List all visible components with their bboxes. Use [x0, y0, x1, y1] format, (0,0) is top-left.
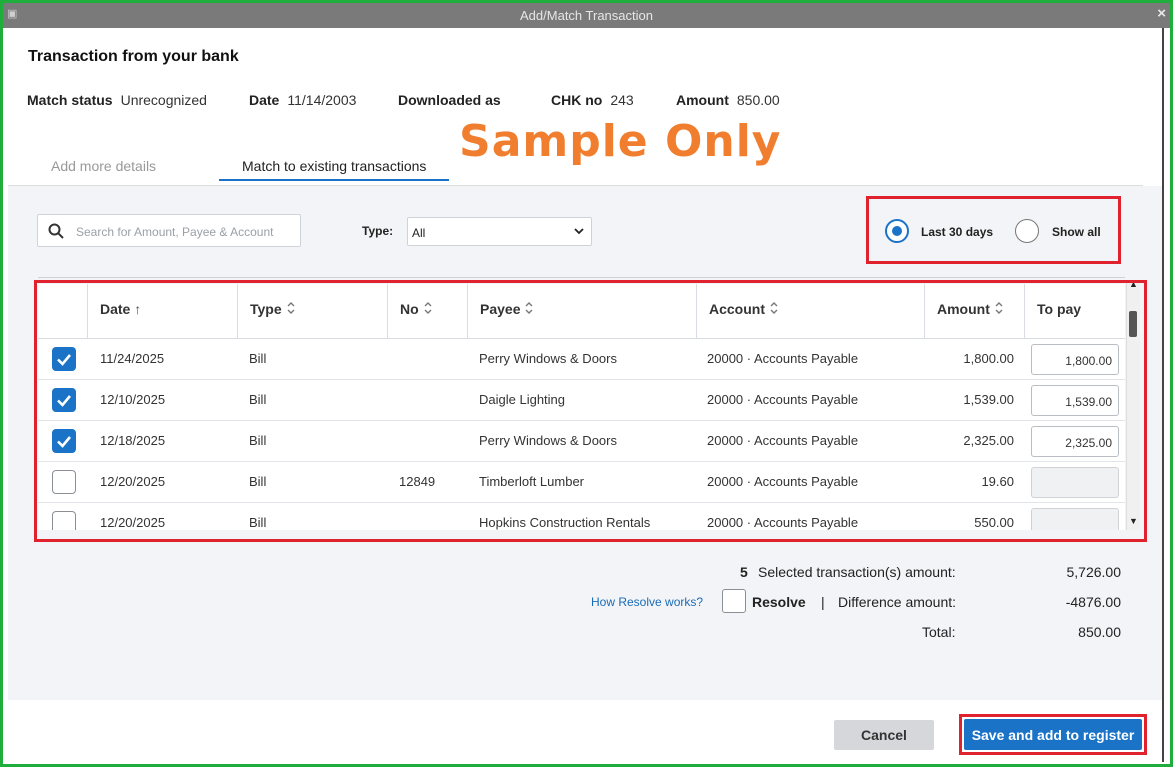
date-info: Date 11/14/2003 [249, 92, 356, 108]
transaction-header: Transaction from your bank Match status U… [3, 28, 1162, 186]
sample-watermark: Sample Only [459, 116, 782, 167]
chevron-down-icon [574, 228, 584, 235]
tab-match-existing[interactable]: Match to existing transactions [242, 158, 426, 174]
save-and-add-button[interactable]: Save and add to register [964, 719, 1142, 750]
search-icon [48, 223, 64, 239]
radio-show-all-label: Show all [1052, 225, 1101, 239]
match-status-label: Match status [27, 92, 113, 108]
chk-label: CHK no [551, 92, 603, 108]
table-highlight [34, 280, 1147, 542]
selected-amount-label: Selected transaction(s) amount: [758, 564, 956, 580]
selected-count: 5 [740, 564, 748, 580]
total-value: 850.00 [1078, 624, 1121, 640]
active-tab-indicator [219, 179, 449, 181]
type-label: Type: [362, 224, 394, 238]
total-label: Total: [922, 624, 956, 640]
radio-show-all[interactable] [1015, 219, 1039, 243]
table-top-border [38, 277, 1125, 278]
downloaded-as: Downloaded as [398, 92, 501, 108]
how-resolve-link[interactable]: How Resolve works? [591, 595, 703, 609]
chk-value: 243 [610, 92, 634, 108]
radio-last-30-days[interactable] [885, 219, 909, 243]
match-status: Match status Unrecognized [27, 92, 207, 108]
match-status-value: Unrecognized [120, 92, 207, 108]
window-title: Add/Match Transaction [520, 8, 653, 23]
window-right-border [1162, 28, 1164, 762]
amount-info: Amount 850.00 [676, 92, 780, 108]
type-select-value: All [412, 226, 426, 240]
amount-value: 850.00 [736, 92, 780, 108]
type-select[interactable]: All [407, 217, 592, 246]
close-icon[interactable]: × [1157, 5, 1166, 22]
resolve-checkbox[interactable] [722, 589, 746, 613]
difference-label: Difference amount: [838, 594, 957, 610]
search-input[interactable] [74, 221, 298, 243]
cancel-button[interactable]: Cancel [834, 720, 934, 750]
difference-value: -4876.00 [1065, 594, 1121, 610]
chk-info: CHK no 243 [551, 92, 634, 108]
tab-add-more-details[interactable]: Add more details [51, 158, 156, 174]
summary-separator: | [821, 594, 825, 610]
page-title: Transaction from your bank [28, 48, 239, 65]
search-box[interactable] [37, 214, 301, 247]
date-value: 11/14/2003 [287, 92, 357, 108]
resolve-label: Resolve [752, 594, 806, 610]
selected-amount-value: 5,726.00 [1066, 564, 1122, 580]
title-bar: ▣ Add/Match Transaction × [3, 3, 1170, 28]
radio-last-30-days-label: Last 30 days [921, 225, 994, 239]
downloaded-as-label: Downloaded as [398, 92, 501, 108]
date-label: Date [249, 92, 280, 108]
amount-label: Amount [676, 92, 729, 108]
